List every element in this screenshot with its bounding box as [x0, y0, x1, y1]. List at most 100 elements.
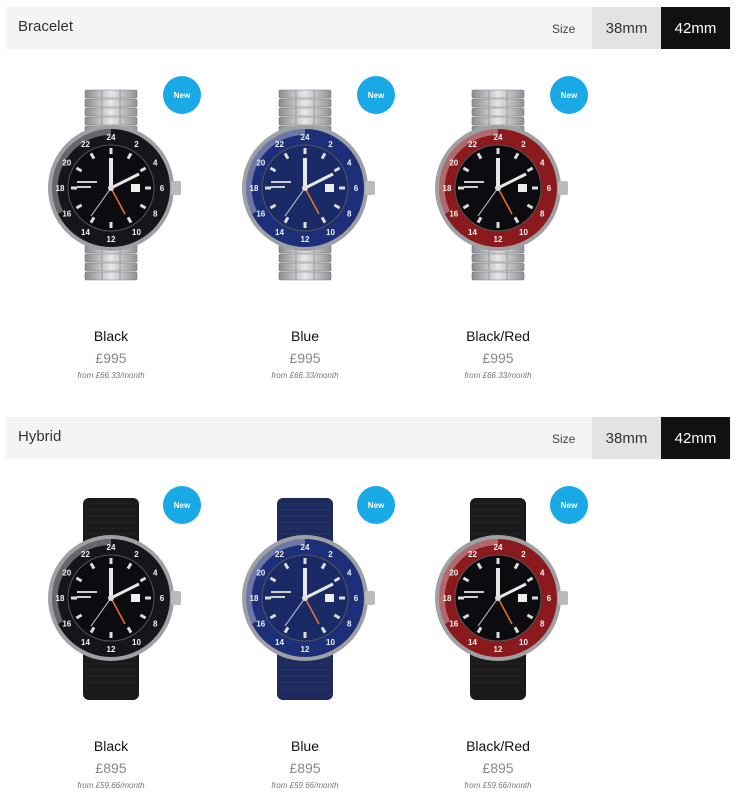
- product-name[interactable]: Blue: [209, 328, 401, 344]
- new-badge: New: [357, 76, 395, 114]
- finance-price: from £59.66/month: [271, 781, 339, 790]
- svg-text:2: 2: [328, 140, 333, 149]
- svg-text:14: 14: [275, 228, 284, 237]
- product-name[interactable]: Black/Red: [402, 328, 594, 344]
- svg-text:20: 20: [62, 159, 71, 168]
- product-card[interactable]: 24 2 4 6 8 10 12 14 16 18 20 22 New Black £895 from…: [15, 460, 207, 790]
- svg-text:14: 14: [468, 228, 477, 237]
- product-price: £895: [95, 760, 127, 776]
- svg-text:6: 6: [354, 594, 359, 603]
- svg-text:4: 4: [153, 569, 158, 578]
- svg-text:6: 6: [354, 184, 359, 193]
- product-price: £895: [482, 760, 514, 776]
- svg-text:12: 12: [301, 235, 310, 244]
- new-badge: New: [163, 76, 201, 114]
- svg-text:20: 20: [62, 569, 71, 578]
- svg-text:2: 2: [134, 140, 139, 149]
- svg-text:2: 2: [521, 140, 526, 149]
- svg-text:22: 22: [275, 550, 284, 559]
- section-header-bar: Hybrid Size 38mm 42mm: [6, 417, 731, 459]
- size-option-38mm[interactable]: 38mm: [592, 7, 661, 49]
- svg-text:24: 24: [301, 133, 310, 142]
- svg-text:24: 24: [494, 543, 503, 552]
- svg-text:20: 20: [449, 569, 458, 578]
- size-option-42mm-selected[interactable]: 42mm: [661, 7, 730, 49]
- finance-price: from £66.33/month: [271, 371, 339, 380]
- svg-text:24: 24: [107, 543, 116, 552]
- svg-text:16: 16: [449, 210, 458, 219]
- svg-text:18: 18: [250, 594, 259, 603]
- product-name[interactable]: Blue: [209, 738, 401, 754]
- svg-text:16: 16: [256, 620, 265, 629]
- svg-text:12: 12: [107, 645, 116, 654]
- product-name[interactable]: Black: [15, 328, 207, 344]
- size-label: Size: [552, 432, 576, 446]
- new-badge: New: [550, 76, 588, 114]
- finance-price: from £59.66/month: [77, 781, 145, 790]
- svg-text:4: 4: [347, 569, 352, 578]
- svg-text:8: 8: [540, 210, 545, 219]
- svg-text:6: 6: [160, 594, 165, 603]
- svg-text:14: 14: [81, 638, 90, 647]
- new-badge: New: [357, 486, 395, 524]
- size-label: Size: [552, 22, 576, 36]
- product-name[interactable]: Black/Red: [402, 738, 594, 754]
- svg-text:20: 20: [256, 159, 265, 168]
- svg-text:24: 24: [107, 133, 116, 142]
- svg-text:8: 8: [347, 620, 352, 629]
- finance-price: from £66.33/month: [464, 371, 532, 380]
- svg-text:16: 16: [62, 620, 71, 629]
- svg-text:22: 22: [81, 140, 90, 149]
- svg-text:6: 6: [160, 184, 165, 193]
- svg-text:4: 4: [540, 569, 545, 578]
- svg-text:4: 4: [153, 159, 158, 168]
- svg-text:16: 16: [62, 210, 71, 219]
- svg-text:14: 14: [468, 638, 477, 647]
- svg-text:10: 10: [326, 228, 335, 237]
- product-name[interactable]: Black: [15, 738, 207, 754]
- size-option-42mm-selected[interactable]: 42mm: [661, 417, 730, 459]
- svg-text:22: 22: [468, 550, 477, 559]
- finance-price: from £66.33/month: [77, 371, 145, 380]
- svg-text:18: 18: [56, 594, 65, 603]
- product-price: £895: [289, 760, 321, 776]
- product-card[interactable]: 24 2 4 6 8 10 12 14 16 18 20 22 New Blue £995 from …: [209, 50, 401, 380]
- svg-text:10: 10: [326, 638, 335, 647]
- svg-text:20: 20: [449, 159, 458, 168]
- product-price: £995: [95, 350, 127, 366]
- svg-text:10: 10: [132, 228, 141, 237]
- new-badge: New: [550, 486, 588, 524]
- svg-text:2: 2: [134, 550, 139, 559]
- svg-text:20: 20: [256, 569, 265, 578]
- svg-text:24: 24: [494, 133, 503, 142]
- section-title: Hybrid: [18, 428, 62, 445]
- svg-text:10: 10: [132, 638, 141, 647]
- section-title: Bracelet: [18, 18, 74, 35]
- section-header-bar: Bracelet Size 38mm 42mm: [6, 7, 731, 49]
- svg-text:22: 22: [275, 140, 284, 149]
- finance-price: from £59.66/month: [464, 781, 532, 790]
- svg-text:14: 14: [81, 228, 90, 237]
- svg-text:12: 12: [301, 645, 310, 654]
- svg-text:22: 22: [81, 550, 90, 559]
- svg-text:10: 10: [519, 638, 528, 647]
- svg-text:18: 18: [56, 184, 65, 193]
- svg-text:14: 14: [275, 638, 284, 647]
- product-card[interactable]: 24 2 4 6 8 10 12 14 16 18 20 22 New Blue £895 from …: [209, 460, 401, 790]
- svg-text:2: 2: [328, 550, 333, 559]
- svg-text:8: 8: [153, 210, 158, 219]
- product-card[interactable]: 24 2 4 6 8 10 12 14 16 18 20 22 New Black/Red £895 …: [402, 460, 594, 790]
- product-card[interactable]: 24 2 4 6 8 10 12 14 16 18 20 22 New Black/Red £995 …: [402, 50, 594, 380]
- svg-text:18: 18: [443, 184, 452, 193]
- svg-text:18: 18: [443, 594, 452, 603]
- svg-text:8: 8: [540, 620, 545, 629]
- product-price: £995: [482, 350, 514, 366]
- svg-text:10: 10: [519, 228, 528, 237]
- new-badge: New: [163, 486, 201, 524]
- svg-text:24: 24: [301, 543, 310, 552]
- svg-text:8: 8: [347, 210, 352, 219]
- size-option-38mm[interactable]: 38mm: [592, 417, 661, 459]
- product-card[interactable]: 24 2 4 6 8 10 12 14 16 18 20 22 New Black £995 from…: [15, 50, 207, 380]
- product-price: £995: [289, 350, 321, 366]
- svg-text:4: 4: [347, 159, 352, 168]
